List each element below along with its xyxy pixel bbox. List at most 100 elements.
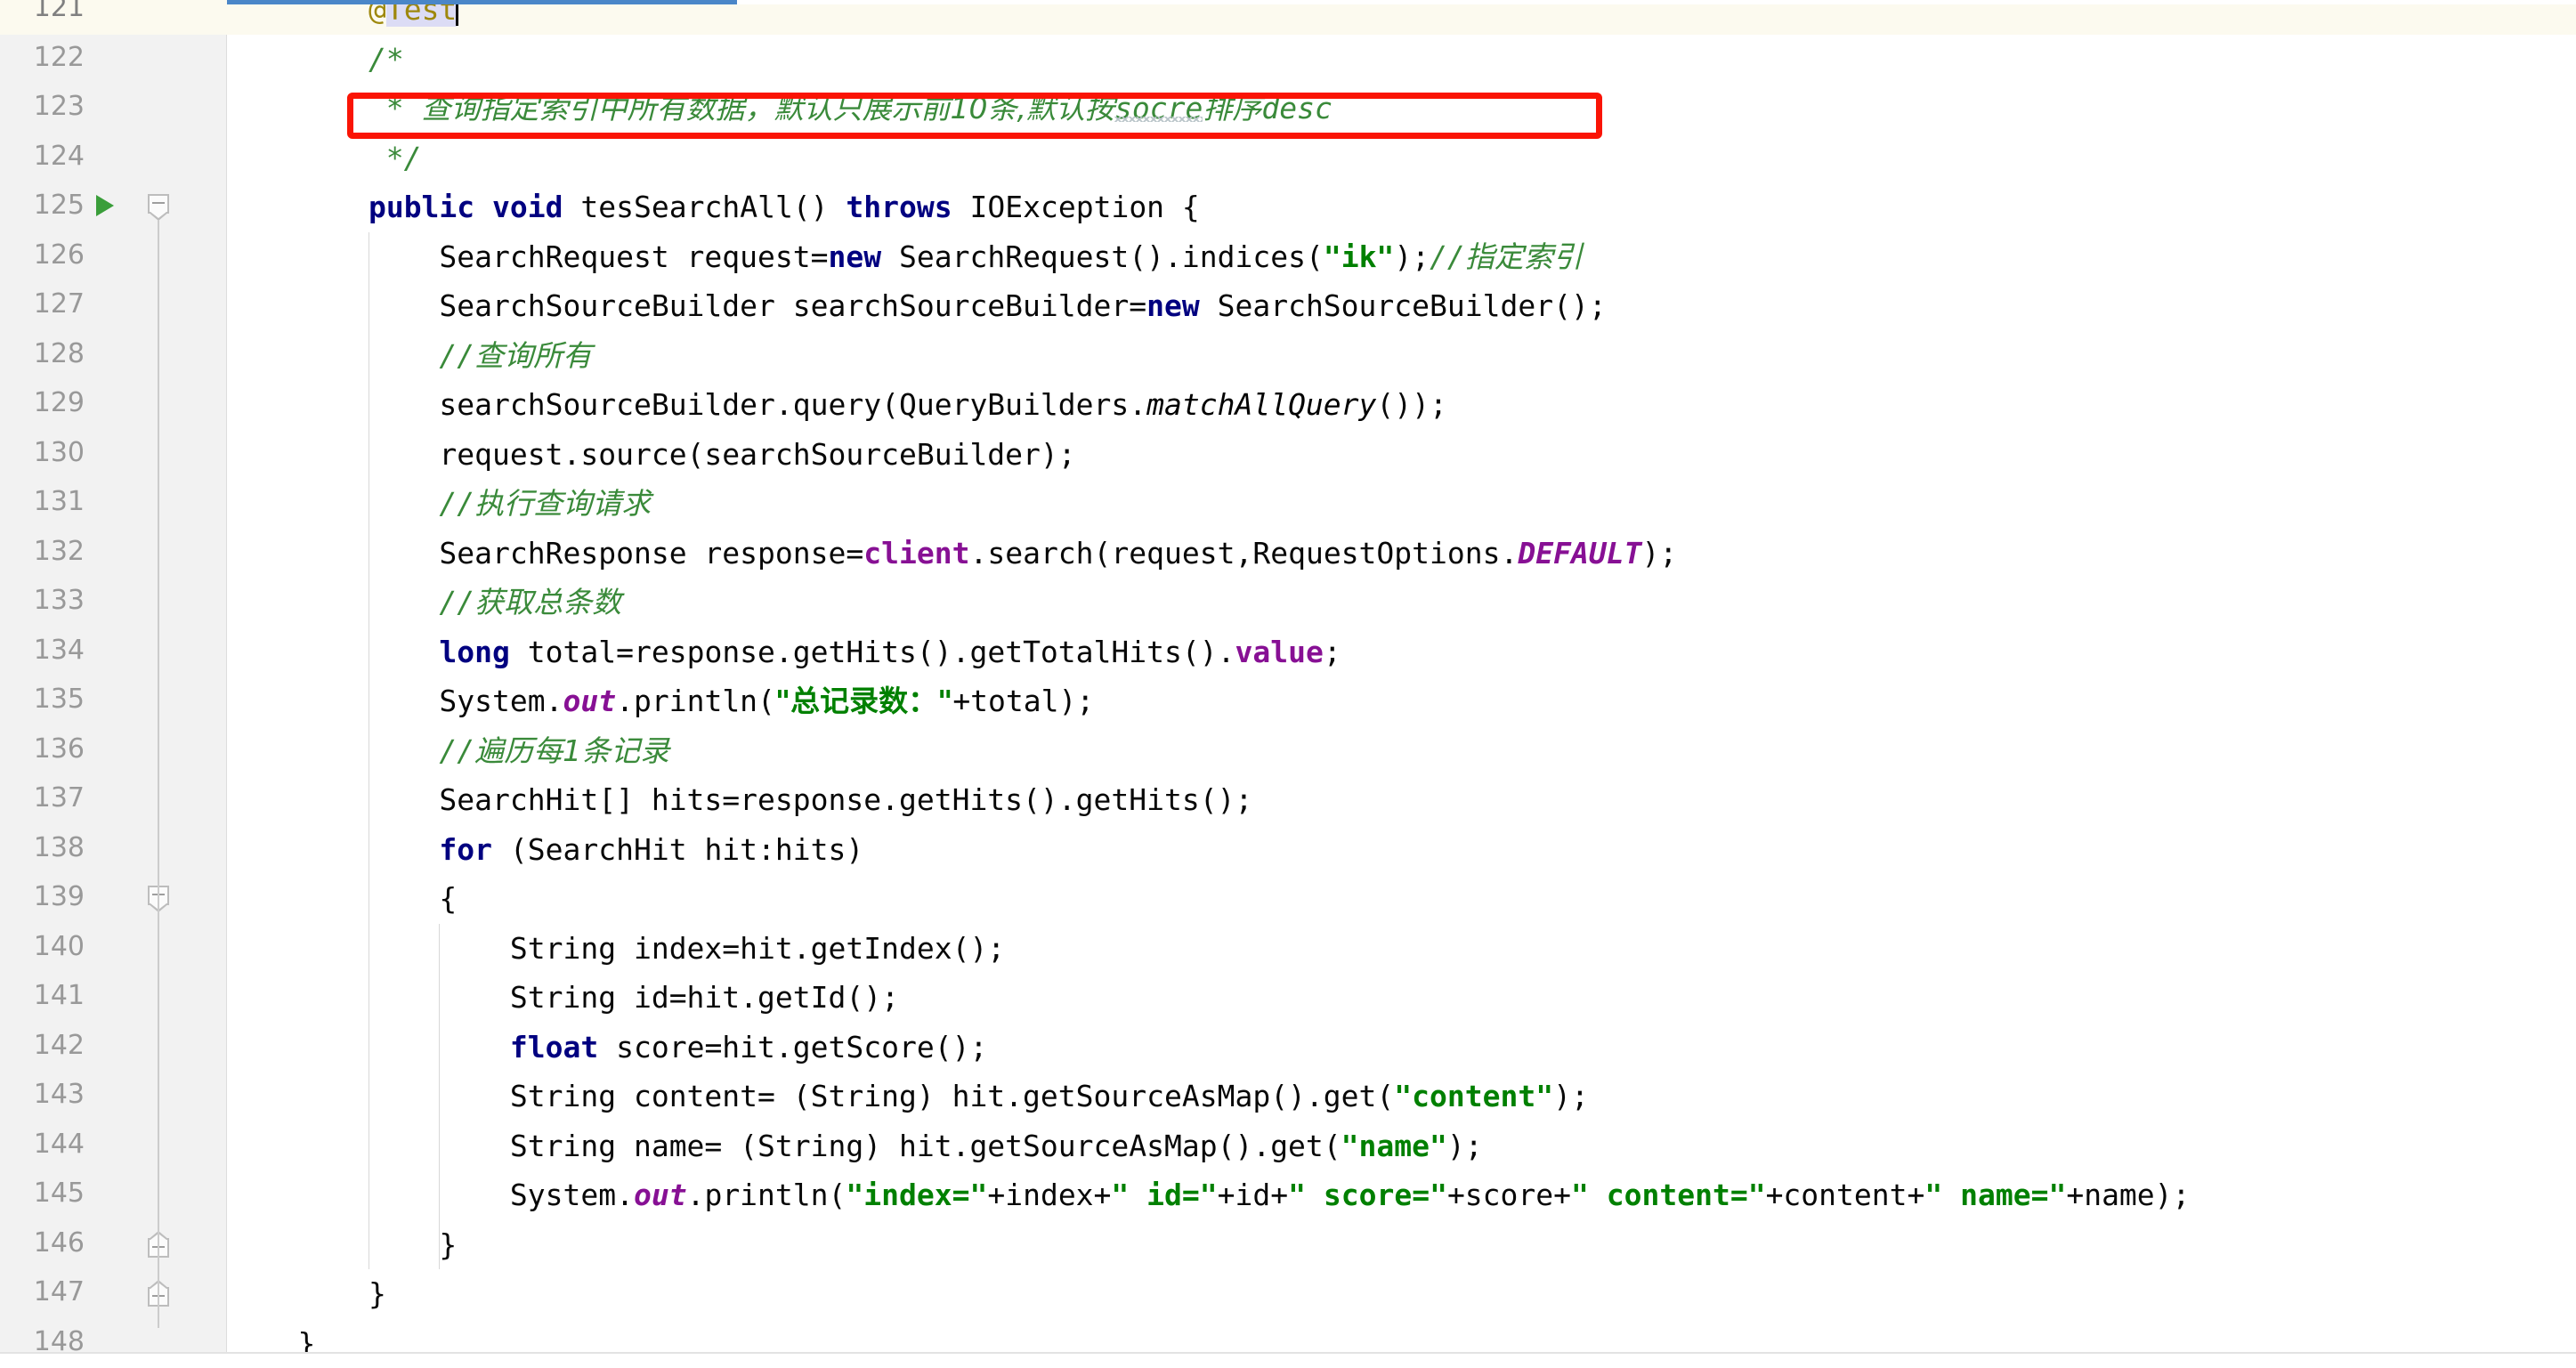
line-number: 138 bbox=[0, 832, 85, 863]
gutter-line-128[interactable]: 128 bbox=[0, 331, 227, 381]
gutter-line-144[interactable]: 144 bbox=[0, 1121, 227, 1171]
gutter-line-126[interactable]: 126 bbox=[0, 232, 227, 282]
gutter-line-145[interactable]: 145 bbox=[0, 1170, 227, 1220]
code-token: +name); bbox=[2066, 1178, 2190, 1212]
gutter-line-134[interactable]: 134 bbox=[0, 627, 227, 677]
gutter-line-143[interactable]: 143 bbox=[0, 1072, 227, 1121]
code-token: String index=hit.getIndex(); bbox=[227, 931, 1005, 966]
gutter-line-136[interactable]: 136 bbox=[0, 726, 227, 776]
code-line-135[interactable]: System.out.println("总记录数："+total); bbox=[227, 676, 2576, 726]
code-token: } bbox=[227, 1227, 457, 1262]
code-line-129[interactable]: searchSourceBuilder.query(QueryBuilders.… bbox=[227, 380, 2576, 430]
gutter-line-131[interactable]: 131 bbox=[0, 479, 227, 529]
code-token: socre bbox=[1114, 91, 1203, 125]
code-line-130[interactable]: request.source(searchSourceBuilder); bbox=[227, 430, 2576, 480]
gutter-line-121[interactable]: 121 bbox=[0, 0, 227, 35]
gutter-line-141[interactable]: 141 bbox=[0, 973, 227, 1023]
code-token: 遍历每1条记录 bbox=[474, 733, 669, 768]
gutter-line-132[interactable]: 132 bbox=[0, 529, 227, 579]
code-token: value bbox=[1235, 635, 1323, 669]
code-line-127[interactable]: SearchSourceBuilder searchSourceBuilder=… bbox=[227, 281, 2576, 331]
code-line-138[interactable]: for (SearchHit hit:hits) bbox=[227, 825, 2576, 875]
code-token: // bbox=[1430, 239, 1465, 274]
code-line-123[interactable]: * 查询指定索引中所有数据，默认只展示前10条,默认按socre排序desc bbox=[227, 84, 2576, 134]
code-token: throws bbox=[846, 190, 952, 224]
code-token: IOException { bbox=[952, 190, 1200, 224]
editor-bottom-strip bbox=[0, 1354, 2576, 1363]
code-line-126[interactable]: SearchRequest request=new SearchRequest(… bbox=[227, 232, 2576, 282]
code-token: "content" bbox=[1394, 1079, 1553, 1113]
line-number: 124 bbox=[0, 141, 85, 172]
code-token: +id+ bbox=[1218, 1178, 1288, 1212]
code-line-136[interactable]: //遍历每1条记录 bbox=[227, 726, 2576, 776]
line-number: 136 bbox=[0, 733, 85, 765]
code-line-139[interactable]: { bbox=[227, 874, 2576, 924]
code-token bbox=[227, 635, 439, 669]
code-line-144[interactable]: String name= (String) hit.getSourceAsMap… bbox=[227, 1121, 2576, 1171]
code-token: .println( bbox=[616, 684, 775, 718]
code-line-128[interactable]: //查询所有 bbox=[227, 331, 2576, 381]
code-token: float bbox=[510, 1030, 598, 1064]
code-token: 指定索引 bbox=[1465, 239, 1583, 274]
code-content-area[interactable]: @Test /* * 查询指定索引中所有数据，默认只展示前10条,默认按socr… bbox=[227, 4, 2576, 1358]
gutter-line-125[interactable]: 125 bbox=[0, 182, 227, 232]
code-token: total=response.getHits().getTotalHits(). bbox=[510, 635, 1235, 669]
gutter-line-138[interactable]: 138 bbox=[0, 825, 227, 875]
code-line-133[interactable]: //获取总条数 bbox=[227, 578, 2576, 627]
code-token: ); bbox=[1553, 1079, 1589, 1113]
code-line-124[interactable]: */ bbox=[227, 134, 2576, 183]
run-arrow-icon[interactable] bbox=[96, 195, 114, 216]
code-token: System. bbox=[227, 684, 563, 718]
code-token: tesSearchAll() bbox=[563, 190, 847, 224]
gutter-line-137[interactable]: 137 bbox=[0, 775, 227, 825]
code-line-132[interactable]: SearchResponse response=client.search(re… bbox=[227, 529, 2576, 579]
code-token: ()); bbox=[1376, 387, 1446, 422]
gutter-line-129[interactable]: 129 bbox=[0, 380, 227, 430]
code-token: score=hit.getScore(); bbox=[598, 1030, 987, 1064]
code-token: " score=" bbox=[1288, 1178, 1447, 1212]
line-number: 146 bbox=[0, 1227, 85, 1259]
code-token: 执行查询请求 bbox=[474, 486, 651, 521]
code-line-140[interactable]: String index=hit.getIndex(); bbox=[227, 924, 2576, 974]
code-line-131[interactable]: //执行查询请求 bbox=[227, 479, 2576, 529]
code-token: // bbox=[439, 486, 474, 521]
gutter-line-135[interactable]: 135 bbox=[0, 676, 227, 726]
gutter-line-147[interactable]: 147 bbox=[0, 1269, 227, 1319]
gutter-line-130[interactable]: 130 bbox=[0, 430, 227, 480]
fold-toggle-icon[interactable] bbox=[148, 194, 169, 221]
gutter-line-140[interactable]: 140 bbox=[0, 924, 227, 974]
code-line-147[interactable]: } bbox=[227, 1269, 2576, 1319]
line-number: 135 bbox=[0, 684, 85, 715]
code-line-125[interactable]: public void tesSearchAll() throws IOExce… bbox=[227, 182, 2576, 232]
gutter-line-123[interactable]: 123 bbox=[0, 84, 227, 134]
code-line-137[interactable]: SearchHit[] hits=response.getHits().getH… bbox=[227, 775, 2576, 825]
fold-rail-for bbox=[158, 911, 159, 1282]
line-number: 133 bbox=[0, 585, 85, 616]
code-editor[interactable]: 1211221231241251261271281291301311321331… bbox=[0, 4, 2576, 1358]
gutter-line-127[interactable]: 127 bbox=[0, 281, 227, 331]
code-line-122[interactable]: /* bbox=[227, 35, 2576, 85]
code-line-134[interactable]: long total=response.getHits().getTotalHi… bbox=[227, 627, 2576, 677]
line-number: 126 bbox=[0, 239, 85, 271]
code-token: new bbox=[1146, 288, 1200, 323]
code-line-121[interactable]: @Test bbox=[227, 4, 2576, 35]
code-token: 查询指定索引中所有数据，默认只展示前10条,默认按 bbox=[422, 91, 1114, 125]
code-line-141[interactable]: String id=hit.getId(); bbox=[227, 973, 2576, 1023]
gutter-line-139[interactable]: 139 bbox=[0, 874, 227, 924]
code-token: 查询所有 bbox=[474, 338, 592, 373]
line-number: 130 bbox=[0, 437, 85, 468]
line-number: 123 bbox=[0, 91, 85, 122]
code-line-146[interactable]: } bbox=[227, 1220, 2576, 1270]
code-token: desc bbox=[1261, 91, 1332, 125]
code-token: public bbox=[369, 190, 474, 224]
gutter-line-122[interactable]: 122 bbox=[0, 35, 227, 85]
gutter-line-124[interactable]: 124 bbox=[0, 134, 227, 183]
code-line-143[interactable]: String content= (String) hit.getSourceAs… bbox=[227, 1072, 2576, 1121]
code-line-142[interactable]: float score=hit.getScore(); bbox=[227, 1023, 2576, 1073]
gutter-line-142[interactable]: 142 bbox=[0, 1023, 227, 1073]
line-number: 147 bbox=[0, 1276, 85, 1307]
code-line-145[interactable]: System.out.println("index="+index+" id="… bbox=[227, 1170, 2576, 1220]
gutter-line-133[interactable]: 133 bbox=[0, 578, 227, 627]
gutter-line-146[interactable]: 146 bbox=[0, 1220, 227, 1270]
code-token: 排序 bbox=[1203, 91, 1261, 125]
